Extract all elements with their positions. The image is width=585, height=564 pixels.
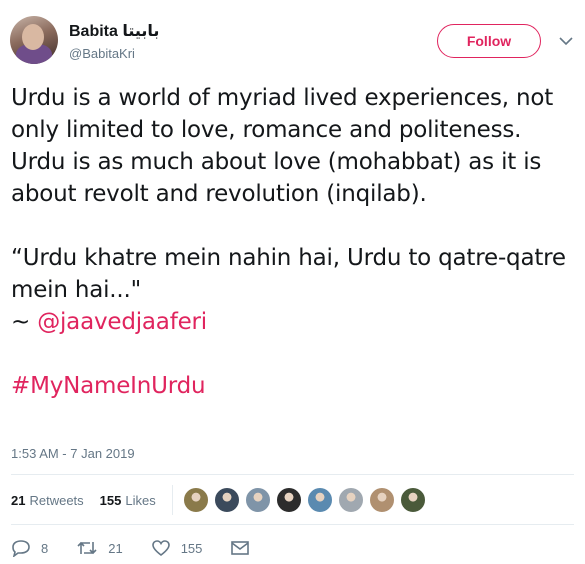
likes-label: Likes: [125, 492, 156, 508]
likers-avatars: [182, 487, 431, 513]
tweet-attribution: ~ @jaavedjaaferi: [11, 306, 571, 338]
retweets-label: Retweets: [29, 492, 84, 508]
avatar[interactable]: [10, 16, 58, 64]
tweet-paragraph: Urdu is a world of myriad lived experien…: [11, 85, 554, 207]
reply-count: 8: [41, 540, 49, 556]
display-name[interactable]: Babita بابیتا: [69, 22, 159, 42]
tweet-quote: “Urdu khatre mein nahin hai, Urdu to qat…: [11, 245, 566, 303]
likes-count: 155: [99, 492, 122, 508]
retweet-count: 21: [108, 540, 123, 556]
liker-avatar[interactable]: [306, 487, 333, 513]
handle[interactable]: @BabitaKri: [69, 45, 159, 63]
engagement-stats: 21 Retweets 155 Likes: [11, 482, 431, 518]
retweets-count: 21: [11, 492, 26, 508]
retweet-button[interactable]: 21: [76, 539, 123, 557]
liker-avatar[interactable]: [213, 487, 240, 513]
timestamp[interactable]: 1:53 AM - 7 Jan 2019: [11, 446, 135, 461]
author-names: Babita بابیتا @BabitaKri: [69, 22, 159, 63]
stat-divider: [171, 485, 173, 515]
chevron-down-icon[interactable]: [557, 32, 575, 50]
heart-icon: [151, 540, 170, 557]
liker-avatar[interactable]: [275, 487, 302, 513]
liker-avatar[interactable]: [182, 487, 209, 513]
tweet-actions: 8 21 155: [11, 534, 288, 562]
hashtag-link[interactable]: #MyNameInUrdu: [11, 373, 206, 399]
follow-button[interactable]: Follow: [437, 24, 541, 58]
divider: [11, 474, 574, 475]
like-count: 155: [180, 540, 203, 556]
likes-stat[interactable]: 155 Likes: [100, 493, 156, 508]
liker-avatar[interactable]: [368, 487, 395, 513]
liker-avatar[interactable]: [399, 487, 426, 513]
direct-message-button[interactable]: [230, 540, 260, 556]
retweets-stat[interactable]: 21 Retweets: [11, 493, 84, 508]
mention-link[interactable]: @jaavedjaaferi: [37, 309, 207, 335]
retweet-icon: [77, 541, 97, 555]
envelope-icon: [231, 541, 250, 555]
reply-icon: [12, 540, 30, 557]
like-button[interactable]: 155: [151, 539, 203, 557]
tilde: ~: [11, 309, 38, 335]
divider: [11, 524, 574, 525]
tweet-header: Babita بابیتا @BabitaKri Follow: [10, 16, 575, 68]
reply-button[interactable]: 8: [11, 539, 48, 557]
liker-avatar[interactable]: [244, 487, 271, 513]
tweet-text: Urdu is a world of myriad lived experien…: [11, 82, 571, 402]
liker-avatar[interactable]: [337, 487, 364, 513]
